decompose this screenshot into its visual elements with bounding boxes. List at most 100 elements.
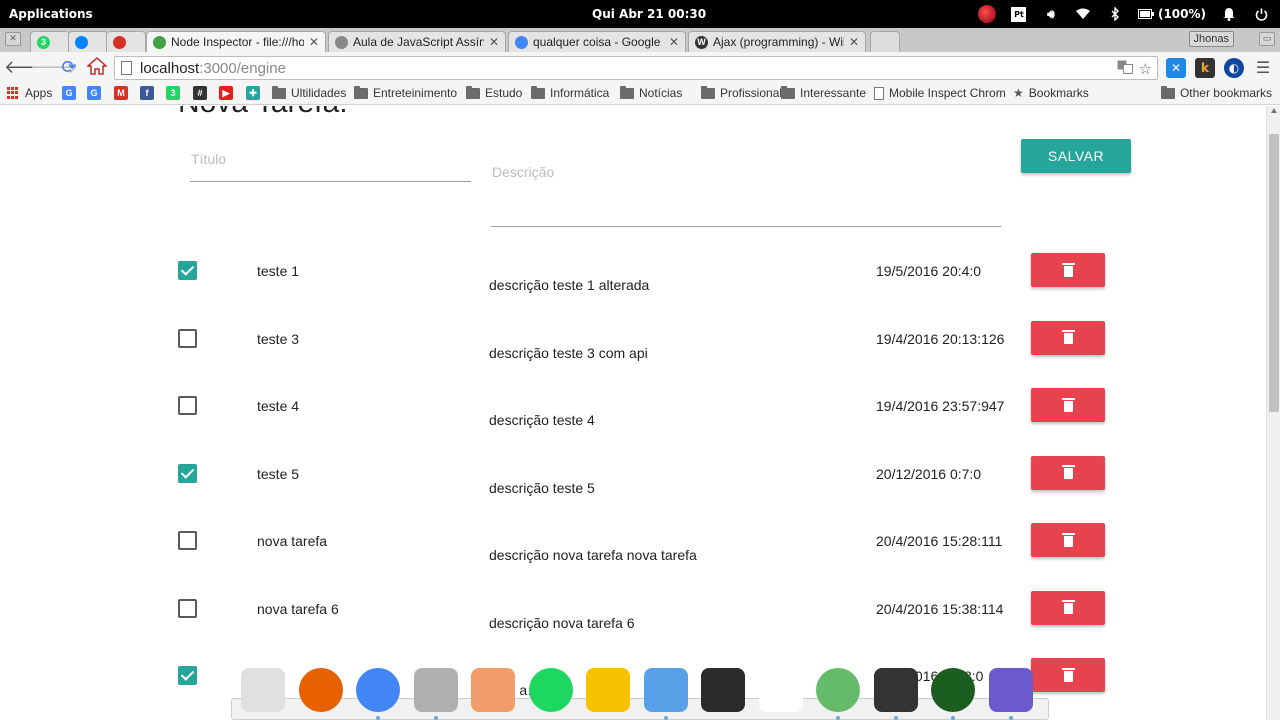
delete-button[interactable] <box>1031 320 1105 355</box>
running-indicator <box>1008 716 1013 720</box>
task-done-checkbox[interactable] <box>178 463 197 483</box>
toggle-settings-icon[interactable] <box>643 668 688 712</box>
window-close-icon[interactable]: ✕ <box>5 32 21 46</box>
delete-button[interactable] <box>1031 253 1105 287</box>
system-settings-icon[interactable] <box>873 668 918 712</box>
extension-x-icon[interactable]: ✕ <box>1166 58 1186 78</box>
scroll-up-icon[interactable] <box>1271 108 1277 113</box>
atom-icon[interactable] <box>816 668 860 712</box>
ninja-icon[interactable] <box>988 668 1033 712</box>
task-row: teste 3 descrição teste 3 com api 19/4/201… <box>0 320 1266 389</box>
wifi-icon[interactable] <box>1074 4 1092 24</box>
bookmark-youtube[interactable]: ▶ <box>219 86 233 100</box>
bookmark-apps[interactable]: Apps <box>7 86 52 100</box>
spotify-icon[interactable] <box>528 668 573 712</box>
bookmark-bookmarks[interactable]: ★ Bookmarks <box>1013 86 1089 100</box>
delete-button[interactable] <box>1031 455 1105 490</box>
applications-menu[interactable]: Applications <box>9 7 93 21</box>
page-info-icon[interactable] <box>121 61 132 75</box>
bookmark-facebook[interactable]: f <box>140 86 154 100</box>
trash-icon <box>1061 262 1075 277</box>
tab[interactable] <box>106 31 146 52</box>
battery-indicator[interactable]: (100%) <box>1137 4 1206 24</box>
tab[interactable]: Node Inspector - file:///ho ✕ <box>146 31 326 52</box>
address-bar[interactable]: localhost:3000/engine ☆ <box>114 56 1158 80</box>
delete-button[interactable] <box>1031 523 1105 557</box>
volume-icon[interactable]: 🔊︎ <box>1042 4 1060 24</box>
task-done-checkbox[interactable] <box>178 261 197 280</box>
tab[interactable] <box>68 31 108 52</box>
gmail-icon <box>113 35 126 49</box>
new-tab-button[interactable] <box>870 31 900 52</box>
task-done-checkbox[interactable] <box>178 396 197 415</box>
graph-icon[interactable] <box>758 668 803 712</box>
bookmark-translate[interactable]: G <box>87 86 101 100</box>
title-field[interactable]: Título <box>190 142 471 182</box>
terminal-icon[interactable] <box>701 668 745 712</box>
text-editor-icon[interactable] <box>241 668 285 712</box>
camera-icon[interactable] <box>931 668 975 712</box>
other-bookmarks[interactable]: Other bookmarks <box>1160 85 1272 100</box>
bookmark-google[interactable]: G <box>62 86 76 100</box>
translate-icon[interactable] <box>1117 60 1133 78</box>
task-done-checkbox[interactable] <box>178 598 197 618</box>
page-scrollbar[interactable] <box>1266 106 1280 720</box>
tab[interactable]: qualquer coisa - Google Se ✕ <box>508 31 686 52</box>
clock[interactable]: Qui Abr 21 00:30 <box>592 7 706 21</box>
tab-close-icon[interactable]: ✕ <box>849 35 859 49</box>
bookmark-estudo[interactable]: Estudo <box>466 85 522 100</box>
delete-button[interactable] <box>1031 388 1105 422</box>
back-button[interactable]: 🡐 <box>4 57 52 79</box>
bookmark-entreteinimento[interactable]: Entreteinimento <box>354 85 457 100</box>
extension-globe-icon[interactable]: ◐ <box>1224 58 1244 78</box>
bookmark-not-cias[interactable]: Notícias <box>620 85 682 100</box>
tab-close-icon[interactable]: ✕ <box>309 35 319 49</box>
home-folder-icon[interactable] <box>413 668 458 712</box>
window-restore-icon[interactable]: ▭ <box>1259 32 1275 46</box>
trash-icon <box>1061 600 1075 614</box>
bookmark-profissional[interactable]: Profissional <box>701 85 782 100</box>
google-icon <box>515 35 528 49</box>
running-indicator <box>893 716 898 720</box>
tab-close-icon[interactable]: ✕ <box>669 35 679 49</box>
sublime-icon[interactable] <box>471 668 515 712</box>
bookmark-star-icon[interactable]: ☆ <box>1139 60 1152 78</box>
trash-icon <box>1061 532 1075 547</box>
bookmark-interessante[interactable]: Interessante <box>781 85 866 100</box>
task-done-checkbox[interactable] <box>178 666 197 685</box>
save-button[interactable]: SALVAR <box>1021 139 1131 173</box>
notifications-bell-icon[interactable] <box>1220 4 1238 24</box>
messenger-icon <box>75 35 88 49</box>
profile-badge[interactable]: Jhonas <box>1188 31 1234 47</box>
tab[interactable]: 3 <box>30 31 70 52</box>
reload-button[interactable]: ⟳ <box>58 57 80 79</box>
bookmark-label: Bookmarks <box>1028 86 1089 100</box>
tab-close-icon[interactable]: ✕ <box>489 35 499 49</box>
keyboard-layout-indicator[interactable]: Pt <box>1010 4 1028 24</box>
home-button[interactable] <box>86 56 108 79</box>
task-done-checkbox[interactable] <box>178 531 197 550</box>
extension-k-icon[interactable]: k <box>1195 58 1215 78</box>
tab-label: qualquer coisa - Google Se <box>533 35 664 49</box>
bookmark-mobile-inspect-chrom[interactable]: Mobile Inspect Chrom <box>874 86 1006 100</box>
ideas-icon[interactable] <box>586 668 630 712</box>
tab[interactable]: W Ajax (programming) - Wik ✕ <box>688 31 866 52</box>
menu-icon[interactable]: ☰ <box>1252 57 1274 79</box>
delete-button[interactable] <box>1031 590 1105 625</box>
bookmark-whatsapp[interactable]: 3 <box>166 86 180 100</box>
bookmark-plus[interactable]: ✚ <box>246 86 260 100</box>
scrollbar-thumb[interactable] <box>1269 134 1279 412</box>
bluetooth-icon[interactable] <box>1106 4 1124 24</box>
bookmark-inform-tica[interactable]: Informática <box>531 85 609 100</box>
tab[interactable]: Aula de JavaScript Assíncr ✕ <box>328 31 506 52</box>
bookmark-gmail[interactable]: M <box>114 86 128 100</box>
firefox-icon[interactable] <box>298 668 343 712</box>
recorder-icon[interactable] <box>977 4 996 24</box>
chrome-icon[interactable] <box>356 668 400 712</box>
task-done-checkbox[interactable] <box>178 328 197 348</box>
bookmark-ultilidades[interactable]: Ultilidades <box>272 85 346 100</box>
bookmark-hashtag[interactable]: # <box>193 86 207 100</box>
description-field[interactable]: Descrição <box>491 142 1001 227</box>
forward-button[interactable]: 🡒 <box>30 57 78 79</box>
power-icon[interactable] <box>1252 4 1270 24</box>
